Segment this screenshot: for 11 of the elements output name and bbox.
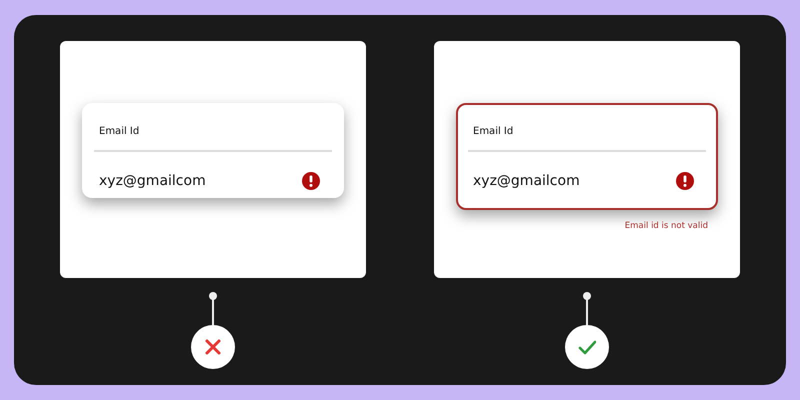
email-field[interactable]: Email Id xyz@gmailcom bbox=[82, 103, 344, 198]
field-value: xyz@gmailcom bbox=[472, 172, 580, 190]
error-message: Email id is not valid bbox=[624, 221, 708, 231]
field-label: Email Id bbox=[472, 125, 514, 139]
connector-line bbox=[208, 291, 218, 325]
field-label: Email Id bbox=[98, 125, 140, 139]
field-value: xyz@gmailcom bbox=[98, 172, 206, 190]
error-icon bbox=[676, 172, 694, 190]
connector-line bbox=[582, 291, 592, 325]
email-field[interactable]: Email Id xyz@gmailcom bbox=[456, 103, 718, 210]
error-icon bbox=[302, 172, 320, 190]
